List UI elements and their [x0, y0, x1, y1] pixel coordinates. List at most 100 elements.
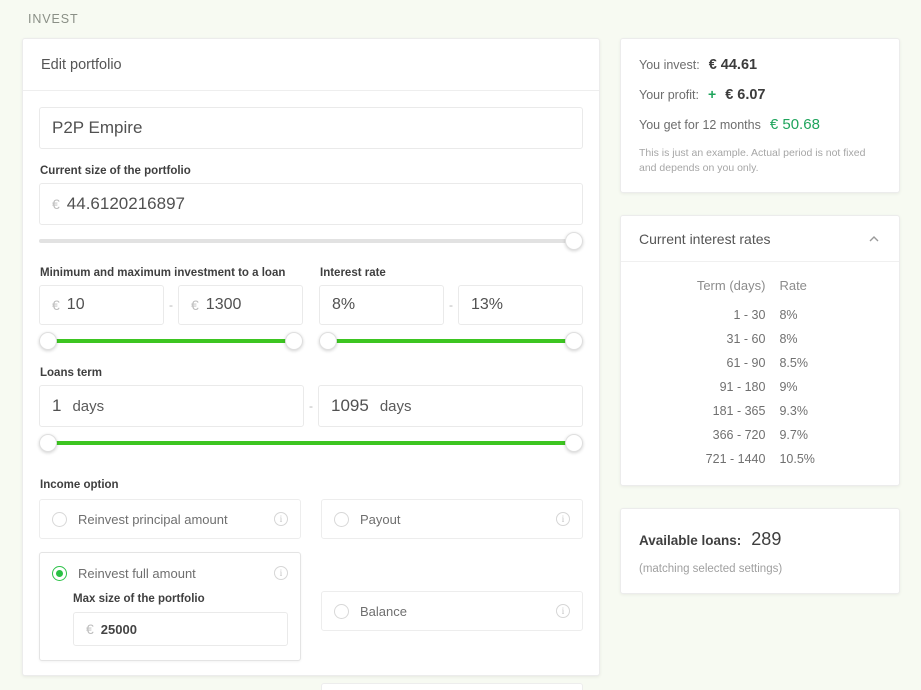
loans-term-min-value: 1: [52, 396, 62, 415]
summary-profit-row: Your profit: + € 6.07: [639, 86, 881, 103]
radio-icon[interactable]: [334, 511, 349, 527]
portfolio-size-slider[interactable]: [39, 231, 583, 251]
table-row: 61 - 90 8.5%: [621, 351, 899, 375]
cell-term: 181 - 365: [712, 404, 766, 419]
loans-term-slider[interactable]: [39, 433, 583, 453]
investment-min-value: 10: [66, 296, 85, 313]
cell-rate: 8.5%: [779, 356, 808, 371]
portfolio-name-input[interactable]: P2P Empire: [39, 107, 583, 149]
option-reinvest-full[interactable]: Reinvest full amount i: [40, 553, 300, 593]
max-size-label: Max size of the portfolio: [73, 593, 205, 605]
chevron-up-icon[interactable]: [867, 232, 881, 246]
info-icon[interactable]: i: [274, 512, 288, 526]
radio-icon[interactable]: [52, 511, 67, 527]
option-reinvest-principal[interactable]: Reinvest principal amount i: [39, 499, 301, 539]
profit-label: Your profit:: [639, 88, 699, 102]
euro-icon: €: [191, 297, 199, 313]
option-reinvest-full-block: Reinvest full amount i Max size of the p…: [39, 552, 301, 661]
slider-fill: [48, 339, 294, 343]
interest-rates-table: Term (days) Rate 1 - 30 8% 31 - 60 8% 61…: [621, 272, 899, 471]
cell-rate: 9.7%: [779, 428, 808, 443]
cell-term: 366 - 720: [712, 428, 766, 443]
option-label: Reinvest principal amount: [78, 511, 228, 527]
table-row: 721 - 1440 10.5%: [621, 447, 899, 471]
loans-term-min-unit: days: [72, 397, 105, 415]
cell-term: 31 - 60: [726, 332, 766, 347]
cell-term: 1 - 30: [733, 308, 766, 323]
slider-handle-max[interactable]: [565, 434, 583, 452]
income-options-left: Reinvest principal amount i Reinvest ful…: [39, 499, 301, 690]
option-balance[interactable]: Balance i: [321, 591, 583, 631]
interest-min-value: 8%: [332, 296, 356, 313]
max-size-group: Max size of the portfolio € 25000: [40, 593, 300, 660]
option-label: Payout: [360, 511, 401, 527]
euro-icon: €: [52, 196, 60, 212]
slider-handle-min[interactable]: [39, 332, 57, 350]
investment-range-inputs: € 10 - € 1300: [39, 285, 303, 325]
summary-invest-row: You invest: € 44.61: [639, 57, 881, 73]
interest-rate-slider[interactable]: [319, 331, 583, 351]
table-row: 1 - 30 8%: [621, 303, 899, 327]
investment-max-input[interactable]: € 1300: [178, 285, 303, 325]
cell-term: 721 - 1440: [705, 452, 766, 467]
current-size-input[interactable]: € 44.6120216897: [39, 183, 583, 225]
slider-track: [39, 239, 583, 243]
cell-rate: 9%: [779, 380, 798, 395]
table-row: 31 - 60 8%: [621, 327, 899, 351]
investment-range-label: Minimum and maximum investment to a loan: [40, 267, 286, 279]
interest-rate-inputs: 8% - 13%: [319, 285, 583, 325]
interest-rate-group: Interest rate 8% - 13%: [319, 251, 583, 351]
invest-label: You invest:: [639, 58, 700, 72]
interest-rates-panel: Current interest rates Term (days) Rate: [620, 215, 900, 487]
table-row: 91 - 180 9%: [621, 375, 899, 399]
current-size-label: Current size of the portfolio: [40, 165, 191, 177]
sidebar: You invest: € 44.61 Your profit: + € 6.0…: [620, 38, 900, 616]
option-payout[interactable]: Payout i: [321, 499, 583, 539]
loans-term-max-unit: days: [379, 397, 412, 415]
option-label: Reinvest full amount: [78, 565, 196, 581]
slider-handle-max[interactable]: [565, 232, 583, 250]
slider-handle-max[interactable]: [285, 332, 303, 350]
interest-max-input[interactable]: 13%: [458, 285, 583, 325]
slider-fill: [328, 339, 574, 343]
option-send-to-other-portfolio[interactable]: Send to other portfolio i: [321, 683, 583, 690]
slider-handle-min[interactable]: [39, 434, 57, 452]
option-label: Balance: [360, 603, 407, 619]
interest-rates-header[interactable]: Current interest rates: [621, 216, 899, 263]
info-icon[interactable]: i: [556, 512, 570, 526]
summary-total-row: You get for 12 months € 50.68: [639, 116, 881, 133]
max-size-value: 25000: [100, 621, 137, 637]
breadcrumb: INVEST: [28, 12, 79, 26]
info-icon[interactable]: i: [556, 604, 570, 618]
column-header-rate: Rate: [779, 278, 807, 294]
slider-handle-min[interactable]: [319, 332, 337, 350]
cell-term: 61 - 90: [726, 356, 766, 371]
loans-term-inputs: 1 days - 1095 days: [39, 385, 583, 427]
summary-note: This is just an example. Actual period i…: [639, 147, 866, 175]
total-value: € 50.68: [769, 116, 820, 133]
loans-term-max-input[interactable]: 1095 days: [318, 385, 583, 427]
max-size-input[interactable]: € 25000: [73, 612, 288, 646]
loans-term-min-input[interactable]: 1 days: [39, 385, 304, 427]
radio-icon-selected[interactable]: [52, 565, 67, 581]
range-separator: -: [169, 298, 173, 312]
info-icon[interactable]: i: [274, 566, 288, 580]
page-title: Edit portfolio: [41, 56, 122, 73]
investment-range-slider[interactable]: [39, 331, 303, 351]
card-body: P2P Empire Current size of the portfolio…: [23, 91, 599, 690]
available-loans-row: Available loans: 289: [639, 529, 881, 550]
summary-body: You invest: € 44.61 Your profit: + € 6.0…: [621, 39, 899, 192]
investment-min-input[interactable]: € 10: [39, 285, 164, 325]
current-size-value: 44.6120216897: [66, 194, 185, 213]
card-header: Edit portfolio: [23, 39, 599, 91]
euro-icon: €: [52, 297, 60, 313]
investment-max-value: 1300: [205, 296, 242, 313]
slider-handle-max[interactable]: [565, 332, 583, 350]
available-loans-count: 289: [751, 529, 782, 550]
radio-icon[interactable]: [334, 603, 349, 619]
column-header-term: Term (days): [696, 278, 766, 294]
table-row: 181 - 365 9.3%: [621, 399, 899, 423]
interest-min-input[interactable]: 8%: [319, 285, 444, 325]
available-loans-label: Available loans:: [639, 533, 742, 549]
table-row: 366 - 720 9.7%: [621, 423, 899, 447]
